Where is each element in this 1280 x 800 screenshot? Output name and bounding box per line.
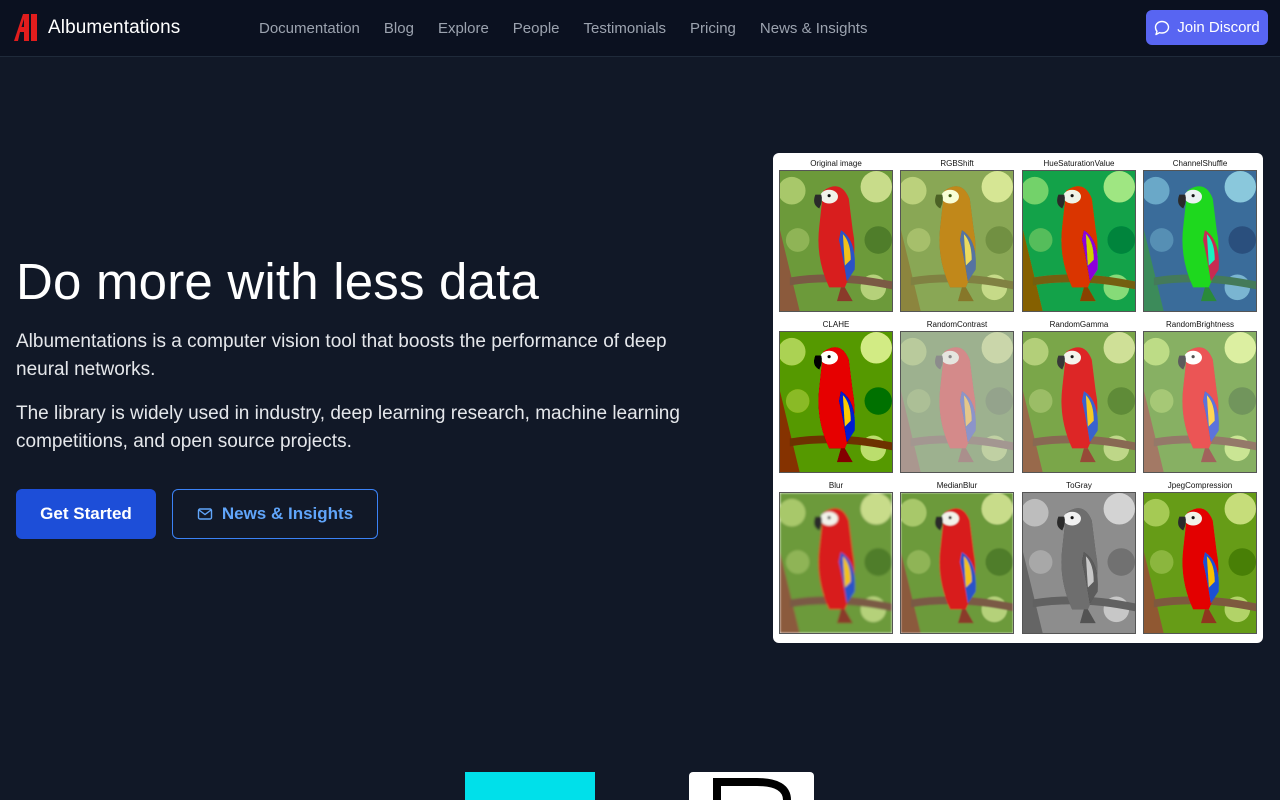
- get-started-button[interactable]: Get Started: [16, 489, 156, 539]
- augmentation-label: ToGray: [1066, 481, 1092, 490]
- augmentation-cell: RandomGamma: [1021, 317, 1137, 477]
- join-discord-button[interactable]: Join Discord: [1146, 10, 1268, 45]
- augmentation-label: HueSaturationValue: [1043, 159, 1115, 168]
- nav-link-blog[interactable]: Blog: [384, 20, 414, 37]
- augmentation-examples-grid: Original image RGBShift HueSaturationVal…: [773, 153, 1263, 643]
- nav-link-explore[interactable]: Explore: [438, 20, 489, 37]
- augmentation-label: Blur: [828, 481, 844, 490]
- nav-link-pricing[interactable]: Pricing: [690, 20, 736, 37]
- augmentation-cell: JpegCompression: [1142, 478, 1258, 638]
- hero-usage-note: The library is widely used in industry, …: [16, 403, 680, 452]
- partner-logo-d: [689, 772, 814, 800]
- hero-title: Do more with less data: [16, 253, 540, 310]
- augmentation-label: JpegCompression: [1167, 481, 1233, 490]
- partner-logo-cyan: [465, 772, 595, 800]
- augmentation-cell: HueSaturationValue: [1021, 156, 1137, 316]
- augmentation-cell: Blur: [778, 478, 894, 638]
- augmentation-label: Original image: [810, 159, 862, 168]
- parrot-image: [1022, 492, 1136, 634]
- top-navbar: Albumentations Documentation Blog Explor…: [0, 0, 1280, 57]
- parrot-image: [779, 170, 893, 312]
- hero-description: Albumentations is a computer vision tool…: [16, 331, 667, 380]
- augmentation-label: MedianBlur: [936, 481, 978, 490]
- parrot-image: [900, 492, 1014, 634]
- augmentation-cell: Original image: [778, 156, 894, 316]
- augmentation-label: RandomContrast: [926, 320, 988, 329]
- augmentation-cell: ChannelShuffle: [1142, 156, 1258, 316]
- augmentation-cell: RandomContrast: [899, 317, 1015, 477]
- brand-logo[interactable]: Albumentations: [12, 13, 180, 42]
- brand-name: Albumentations: [48, 16, 181, 38]
- augmentation-label: ChannelShuffle: [1172, 159, 1228, 168]
- augmentation-cell: MedianBlur: [899, 478, 1015, 638]
- parrot-image: [1022, 331, 1136, 473]
- parrot-image: [900, 331, 1014, 473]
- get-started-label: Get Started: [40, 504, 132, 523]
- parrot-image: [1143, 170, 1257, 312]
- news-insights-label: News & Insights: [221, 504, 354, 523]
- albumentations-logo-icon: [14, 14, 37, 41]
- nav-link-people[interactable]: People: [513, 20, 560, 37]
- parrot-image: [779, 331, 893, 473]
- news-insights-button[interactable]: News & Insights: [172, 489, 378, 539]
- augmentation-label: RandomBrightness: [1165, 320, 1235, 329]
- parrot-image: [1022, 170, 1136, 312]
- join-discord-label: Join Discord: [1177, 19, 1260, 36]
- nav-links: Documentation Blog Explore People Testim…: [259, 0, 891, 57]
- augmentation-cell: RandomBrightness: [1142, 317, 1258, 477]
- parrot-image: [1143, 331, 1257, 473]
- augmentation-label: RGBShift: [940, 159, 974, 168]
- augmentation-label: CLAHE: [822, 320, 850, 329]
- augmentation-cell: CLAHE: [778, 317, 894, 477]
- parrot-image: [900, 170, 1014, 312]
- partner-d-icon: [713, 778, 791, 800]
- nav-link-news-insights[interactable]: News & Insights: [760, 20, 868, 37]
- nav-link-testimonials[interactable]: Testimonials: [584, 20, 667, 37]
- envelope-icon: [197, 508, 213, 520]
- chat-bubble-icon: [1155, 20, 1170, 35]
- augmentation-cell: ToGray: [1021, 478, 1137, 638]
- augmentation-label: RandomGamma: [1049, 320, 1109, 329]
- nav-link-documentation[interactable]: Documentation: [259, 20, 360, 37]
- augmentation-cell: RGBShift: [899, 156, 1015, 316]
- parrot-image: [779, 492, 893, 634]
- parrot-image: [1143, 492, 1257, 634]
